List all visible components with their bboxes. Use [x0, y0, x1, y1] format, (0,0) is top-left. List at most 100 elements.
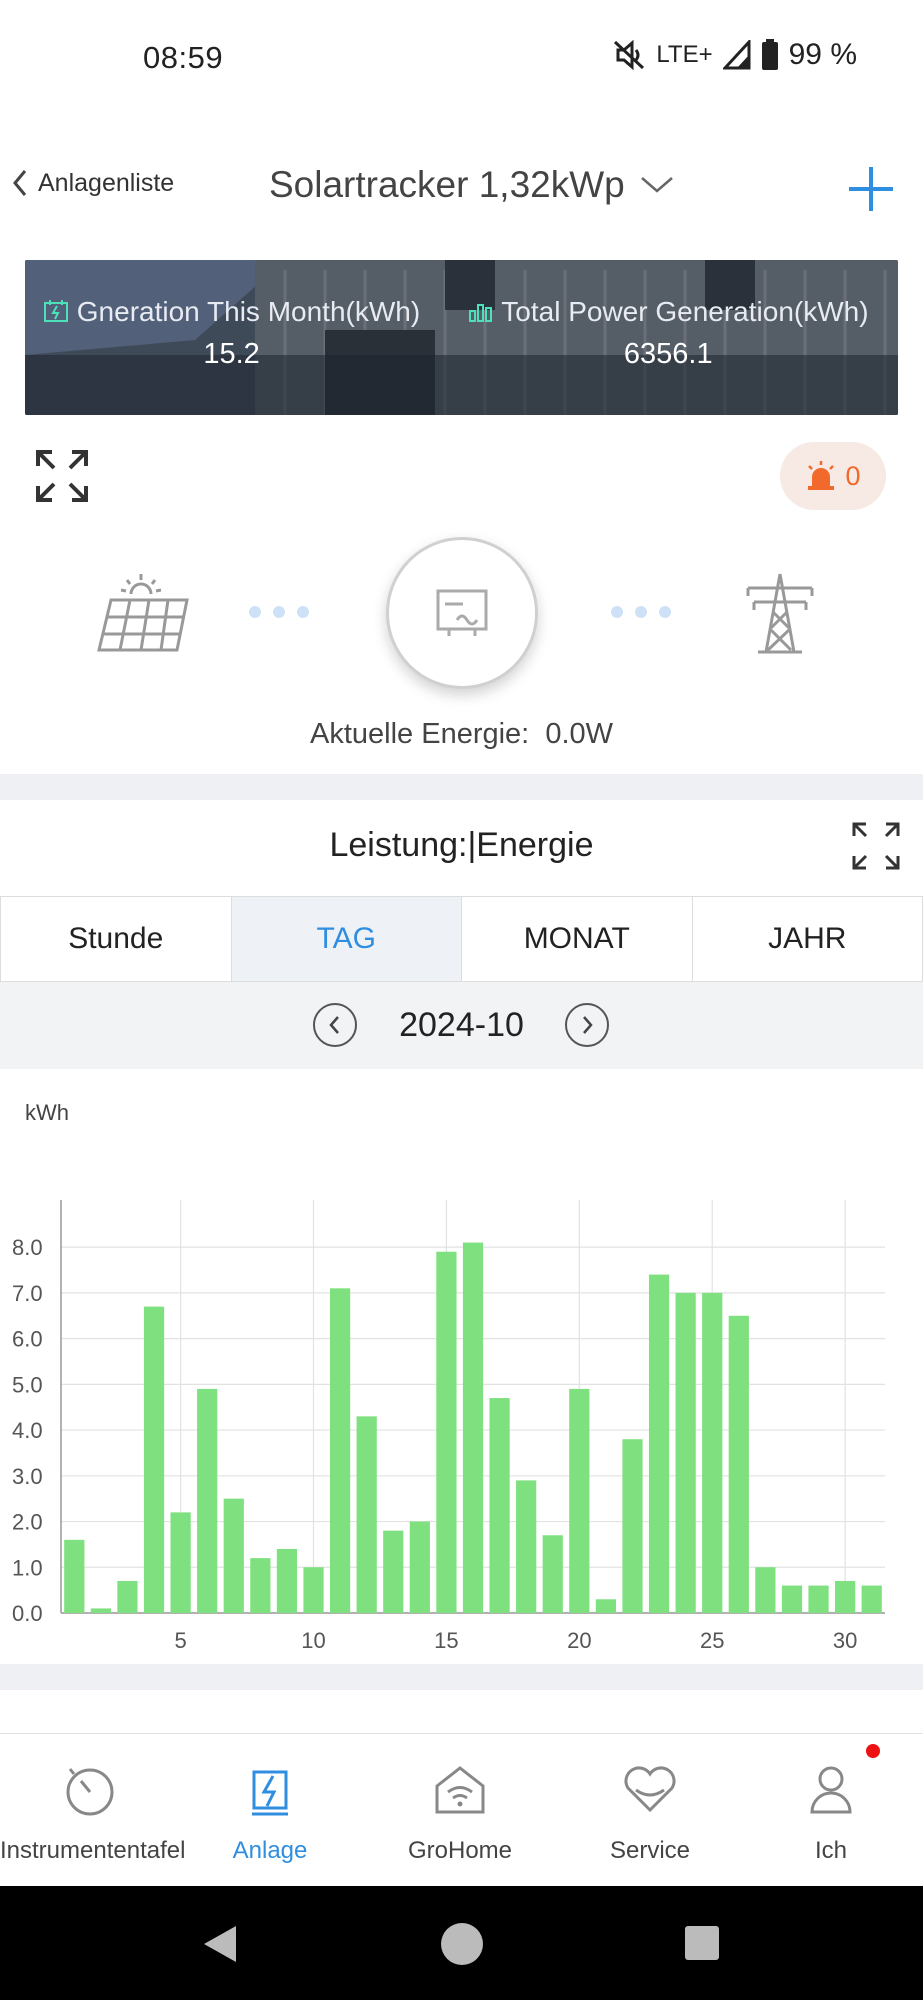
inverter-node[interactable]: [386, 537, 538, 689]
x-tick-label: 25: [700, 1628, 724, 1653]
chart-fullscreen-icon[interactable]: [852, 822, 900, 870]
current-energy-value: 0.0W: [545, 718, 613, 750]
chevron-left-icon: [13, 170, 27, 196]
nav-label: Instrumententafel: [0, 1837, 186, 1864]
system-recents-button[interactable]: [684, 1925, 720, 1961]
alarm-badge[interactable]: 0: [780, 442, 886, 510]
bar-chart-icon: [469, 304, 492, 322]
energy-bar-chart: kWh 0.0 1.0 2.0 3.0 4.0 5.0 6.0 7.0 8.0 5 10 15 20 25…: [12, 1100, 885, 1653]
y-tick-label: 5.0: [12, 1372, 43, 1397]
chart-bar: [436, 1251, 457, 1613]
chart-bar: [409, 1521, 430, 1613]
battery-level: 99 %: [788, 38, 857, 71]
chart-bar: [143, 1306, 165, 1613]
y-tick-label: 1.0: [12, 1555, 43, 1580]
chart-bar: [303, 1567, 324, 1613]
total-generation-label: Total Power Generation(kWh): [501, 296, 869, 327]
section-divider: [0, 774, 923, 800]
chart-bar: [595, 1599, 617, 1613]
system-home-button[interactable]: [440, 1922, 484, 1966]
chart-bar: [702, 1292, 723, 1613]
flow-dots-left: [249, 606, 309, 618]
back-button[interactable]: Anlagenliste: [10, 168, 174, 198]
chart-bar: [170, 1512, 191, 1613]
x-tick-label: 15: [434, 1628, 458, 1653]
status-icons: LTE+ 99 %: [612, 38, 857, 72]
chart-bar: [755, 1567, 776, 1613]
bottom-navigation: Instrumententafel Anlage GroHome Service…: [0, 1733, 923, 1886]
y-tick-label: 2.0: [12, 1510, 43, 1535]
month-generation-stat: Gneration This Month(kWh) 15.2: [43, 296, 420, 371]
x-tick-label: 5: [174, 1628, 186, 1653]
chart-bar: [622, 1439, 643, 1613]
nav-label: Ich: [814, 1837, 847, 1864]
tab-jahr[interactable]: JAHR: [693, 897, 923, 981]
fullscreen-expand-icon[interactable]: [34, 448, 90, 504]
nav-instrumententafel[interactable]: Instrumententafel: [0, 1734, 186, 1887]
current-energy-label: Aktuelle Energie:: [310, 718, 530, 750]
selected-date: 2024-10: [399, 1006, 524, 1044]
next-date-button[interactable]: [565, 1003, 609, 1047]
flow-dots-right: [611, 606, 671, 618]
plant-banner: Gneration This Month(kWh) 15.2 Total Pow…: [25, 260, 898, 415]
nav-service[interactable]: Service: [560, 1734, 740, 1887]
signal-icon: [722, 40, 751, 70]
x-tick-label: 20: [567, 1628, 591, 1653]
back-label: Anlagenliste: [38, 168, 175, 197]
chart-bar: [861, 1585, 882, 1613]
chart-bar: [542, 1535, 563, 1613]
chart-bar: [835, 1580, 856, 1613]
chart-bar: [356, 1416, 377, 1613]
nav-ich[interactable]: Ich: [741, 1734, 921, 1887]
y-tick-label: 8.0: [12, 1235, 43, 1260]
total-generation-value: 6356.1: [623, 338, 713, 370]
x-tick-label: 30: [833, 1628, 857, 1653]
plant-name: Solartracker 1,32kWp: [269, 164, 625, 205]
plant-bolt-icon: [252, 1770, 288, 1816]
chart-bar: [329, 1288, 351, 1613]
month-generation-value: 15.2: [203, 338, 260, 370]
chart-bar: [250, 1558, 271, 1613]
battery-icon: [761, 39, 778, 70]
service-heart-icon: [624, 1766, 676, 1813]
inverter-icon: [436, 589, 488, 636]
total-generation-stat: Total Power Generation(kWh) 6356.1: [468, 296, 869, 371]
chart-bar: [383, 1530, 404, 1613]
chevron-down-icon: [640, 177, 673, 193]
chart-bar: [648, 1274, 670, 1613]
chart-title: Leistung:|Energie: [329, 826, 594, 864]
alarm-siren-icon: [808, 461, 835, 490]
chart-bar: [117, 1580, 138, 1613]
current-energy: Aktuelle Energie: 0.0W: [0, 718, 923, 751]
chart-bar: [489, 1398, 510, 1613]
mute-icon: [614, 39, 645, 71]
chart-bar: [276, 1548, 298, 1613]
tab-tag[interactable]: TAG: [231, 897, 462, 981]
y-tick-label: 6.0: [12, 1327, 43, 1352]
notification-dot: [866, 1744, 880, 1758]
chart-bar: [223, 1498, 244, 1613]
person-icon: [810, 1766, 852, 1814]
dashboard-gauge-icon: [66, 1768, 114, 1816]
date-selector: 2024-10: [0, 982, 923, 1069]
chart-bar: [516, 1480, 537, 1613]
chart-bar: [728, 1315, 749, 1613]
calendar-bolt-icon: [44, 300, 68, 322]
app-header: Anlagenliste Solartracker 1,32kWp: [0, 140, 923, 236]
tab-monat[interactable]: MONAT: [462, 897, 693, 981]
chart-bar: [64, 1539, 85, 1613]
month-generation-label: Gneration This Month(kWh): [76, 296, 421, 327]
tab-stunde[interactable]: Stunde: [0, 897, 232, 981]
power-grid-tower-icon: [746, 573, 814, 654]
plant-selector[interactable]: Solartracker 1,32kWp: [269, 164, 675, 206]
nav-grohome[interactable]: GroHome: [370, 1734, 550, 1887]
y-tick-label: 4.0: [12, 1418, 43, 1443]
nav-anlage[interactable]: Anlage: [180, 1734, 360, 1887]
chart-bar: [675, 1292, 696, 1613]
solar-panel-icon: [97, 574, 189, 652]
add-plant-button[interactable]: [846, 164, 896, 214]
alarm-count: 0: [845, 460, 861, 491]
system-back-button[interactable]: [200, 1924, 240, 1964]
home-wifi-icon: [435, 1766, 485, 1814]
y-tick-label: 7.0: [12, 1281, 43, 1306]
